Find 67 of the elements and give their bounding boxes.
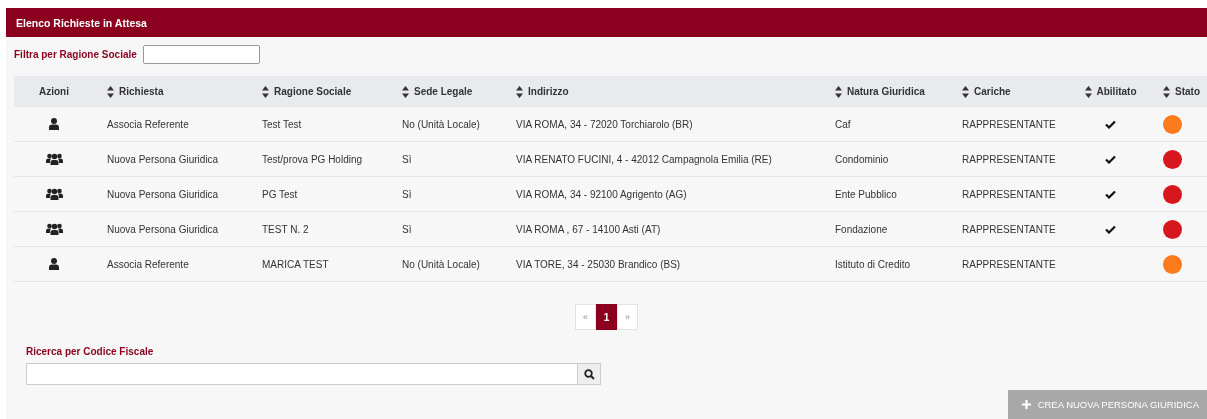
table-cell: TEST N. 2 — [262, 223, 309, 235]
person-icon[interactable] — [49, 258, 59, 270]
person-icon[interactable] — [49, 118, 59, 130]
table-cell: Caf — [835, 118, 851, 130]
search-button[interactable] — [578, 363, 601, 385]
search-field[interactable] — [26, 363, 578, 385]
page-link[interactable]: » — [617, 304, 638, 330]
column-header[interactable]: Abilitato — [1096, 86, 1137, 97]
table-cell: Fondazione — [835, 223, 888, 235]
table-cell: Associa Referente — [107, 118, 189, 130]
table-cell: Nuova Persona Giuridica — [107, 223, 219, 235]
column-header[interactable]: Stato — [1175, 86, 1200, 97]
table-cell: Condominio — [835, 153, 889, 165]
table-cell: Istituto di Credito — [835, 258, 911, 270]
table-cell: VIA TORE, 34 - 25030 Brandico (BS) — [516, 258, 681, 270]
plus-icon — [1021, 400, 1031, 409]
table-cell: VIA ROMA, 34 - 72020 Torchiarolo (BR) — [516, 118, 693, 130]
table-cell: Sì — [402, 153, 412, 165]
table-cell: No (Unità Locale) — [402, 258, 480, 270]
table-cell: No (Unità Locale) — [402, 118, 480, 130]
table-cell: PG Test — [262, 188, 298, 200]
sort-icon[interactable] — [262, 85, 269, 98]
sort-icon[interactable] — [402, 85, 409, 98]
table-cell: Sì — [402, 223, 412, 235]
table-cell: MARICA TEST — [262, 258, 329, 270]
column-header[interactable]: Natura Giuridica — [847, 86, 925, 97]
table-cell: Associa Referente — [107, 258, 189, 270]
column-header[interactable]: Sede Legale — [414, 86, 473, 97]
table-cell: RAPPRESENTANTE — [962, 153, 1056, 165]
sort-icon[interactable] — [1084, 85, 1092, 98]
table-cell: Test/prova PG Holding — [262, 153, 363, 165]
filter-field[interactable] — [142, 44, 260, 64]
checkmark-icon — [1105, 224, 1116, 234]
table-cell: Sì — [402, 188, 412, 200]
checkmark-icon — [1105, 119, 1116, 129]
table-cell: Nuova Persona Giuridica — [107, 188, 219, 200]
table-cell: RAPPRESENTANTE — [962, 118, 1056, 130]
panel-title: Elenco Richieste in Attesa — [16, 16, 147, 29]
sort-icon[interactable] — [962, 85, 969, 98]
column-header[interactable]: Ragione Sociale — [274, 86, 352, 97]
column-header[interactable]: Indirizzo — [528, 86, 569, 97]
table-cell: VIA ROMA , 67 - 14100 Asti (AT) — [516, 223, 661, 235]
checkmark-icon — [1105, 189, 1116, 199]
page-link[interactable]: « — [575, 304, 596, 330]
table-cell: VIA RENATO FUCINI, 4 - 42012 Campagnola Emilia (RE) — [516, 153, 772, 165]
table-cell: RAPPRESENTANTE — [962, 223, 1056, 235]
search-label: Ricerca per Codice Fiscale — [26, 346, 155, 357]
page-link[interactable]: 1 — [596, 304, 617, 330]
sort-icon[interactable] — [1163, 85, 1170, 98]
group-icon[interactable] — [45, 223, 63, 235]
table-cell: Test Test — [262, 118, 302, 130]
table-cell: Nuova Persona Giuridica — [107, 153, 219, 165]
table-cell: RAPPRESENTANTE — [962, 258, 1056, 270]
table-cell: RAPPRESENTANTE — [962, 188, 1056, 200]
checkmark-icon — [1105, 154, 1116, 164]
column-header[interactable]: Richiesta — [119, 86, 164, 97]
table-cell: VIA ROMA, 34 - 92100 Agrigento (AG) — [516, 188, 687, 200]
search-icon — [583, 368, 595, 380]
sort-icon[interactable] — [107, 85, 114, 98]
table-cell: Ente Pubblico — [835, 188, 897, 200]
column-header: Azioni — [39, 86, 69, 97]
group-icon[interactable] — [45, 153, 63, 165]
filter-label: Filtra per Ragione Sociale — [14, 48, 137, 60]
sort-icon[interactable] — [516, 85, 523, 98]
group-icon[interactable] — [45, 188, 63, 200]
sort-icon[interactable] — [835, 85, 842, 98]
column-header[interactable]: Cariche — [974, 86, 1011, 97]
